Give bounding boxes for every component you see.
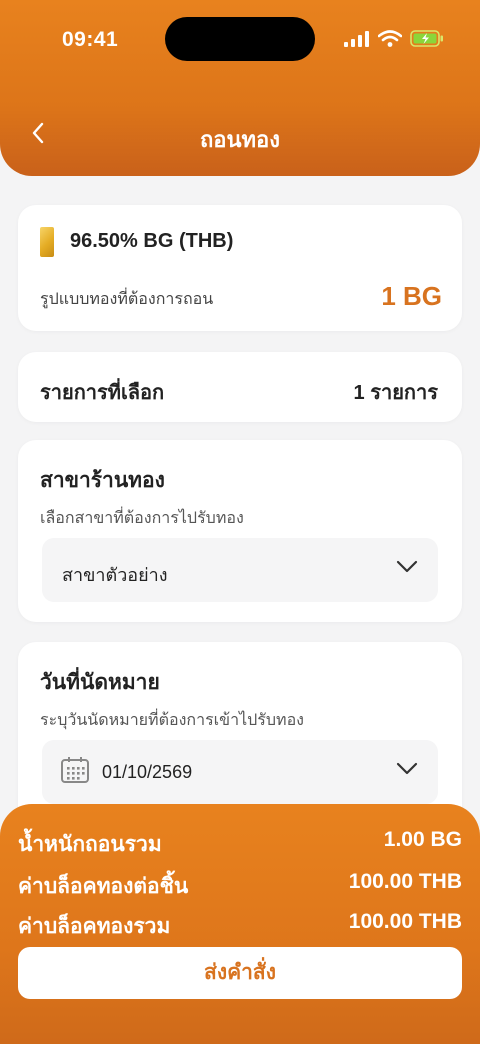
summary-row-block-fee-total: ค่าบล็อคทองรวม 100.00 THB [18, 910, 462, 940]
withdraw-form-label: รูปแบบทองที่ต้องการถอน [40, 291, 214, 308]
summary-label: ค่าบล็อคทองต่อชิ้น [18, 875, 189, 898]
withdraw-form-value: 1 BG [381, 281, 442, 311]
status-bar: 09:41 [0, 0, 480, 80]
summary-value: 100.00 THB [348, 910, 462, 933]
branch-card: สาขาร้านทอง เลือกสาขาที่ต้องการไปรับทอง … [18, 440, 462, 622]
branch-dropdown-value: สาขาตัวอย่าง [62, 565, 168, 585]
submit-order-button[interactable]: ส่งคำสั่ง [18, 947, 462, 999]
summary-value: 100.00 THB [348, 870, 462, 893]
branch-dropdown[interactable]: สาขาตัวอย่าง [42, 538, 438, 602]
summary-label: น้ำหนักถอนรวม [18, 833, 162, 856]
gold-bar-icon [40, 227, 54, 257]
appointment-title: วันที่นัดหมาย [40, 671, 160, 694]
branch-subtitle: เลือกสาขาที่ต้องการไปรับทอง [40, 510, 244, 527]
summary-footer: น้ำหนักถอนรวม 1.00 BG ค่าบล็อคทองต่อชิ้น… [0, 804, 480, 1044]
product-name: 96.50% BG (THB) [70, 230, 234, 252]
chevron-down-icon [396, 560, 418, 573]
selected-items-card: รายการที่เลือก 1 รายการ [18, 352, 462, 422]
appointment-subtitle: ระบุวันนัดหมายที่ต้องการเข้าไปรับทอง [40, 712, 304, 729]
status-icons [344, 30, 444, 47]
selected-items-label: รายการที่เลือก [40, 382, 165, 404]
page-title: ถอนทอง [199, 127, 281, 152]
date-picker[interactable]: 01/10/2569 [42, 740, 438, 804]
dynamic-island [165, 17, 315, 61]
wifi-icon [378, 30, 402, 47]
branch-title: สาขาร้านทอง [40, 469, 165, 492]
status-time: 09:41 [62, 28, 119, 51]
signal-icon [344, 30, 369, 47]
summary-row-block-fee-per-piece: ค่าบล็อคทองต่อชิ้น 100.00 THB [18, 870, 462, 900]
selected-items-count: 1 รายการ [353, 382, 438, 404]
product-card: 96.50% BG (THB) รูปแบบทองที่ต้องการถอน 1… [18, 205, 462, 331]
calendar-icon [61, 757, 89, 783]
summary-row-total-weight: น้ำหนักถอนรวม 1.00 BG [18, 828, 462, 858]
summary-value: 1.00 BG [383, 828, 462, 851]
date-value: 01/10/2569 [102, 762, 193, 782]
chevron-down-icon [396, 762, 418, 775]
nav-bar: ถอนทอง [0, 110, 480, 160]
battery-icon [410, 30, 443, 47]
header: 09:41 ถอนทอง [0, 0, 480, 176]
summary-label: ค่าบล็อคทองรวม [18, 915, 171, 938]
